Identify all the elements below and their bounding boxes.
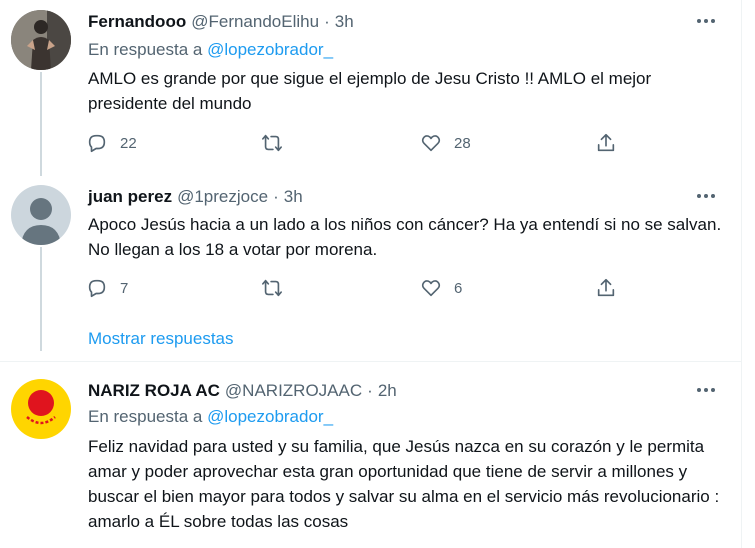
display-name[interactable]: NARIZ ROJA AC <box>88 381 220 401</box>
reply-context: En respuesta a @lopezobrador_ <box>88 407 333 427</box>
tweet-text: AMLO es grande por que sigue el ejemplo … <box>88 69 652 113</box>
timestamp[interactable]: 3h <box>335 12 354 32</box>
user-handle[interactable]: @1prezjoce <box>177 187 268 207</box>
display-name[interactable]: Fernandooo <box>88 12 186 32</box>
reply-context: En respuesta a @lopezobrador_ <box>88 40 333 60</box>
tweet-actions: 7 6 <box>86 277 626 303</box>
like-icon <box>421 280 441 297</box>
share-icon <box>597 278 615 297</box>
tweet-text: Apoco Jesús hacia a un lado a los niños … <box>88 215 722 259</box>
tweet-header: juan perez @1prezjoce · 3h <box>88 185 303 209</box>
share-button[interactable] <box>595 132 617 154</box>
reply-count: 22 <box>120 134 137 152</box>
more-icon[interactable] <box>695 383 717 397</box>
reply-count: 7 <box>120 279 129 297</box>
share-icon <box>597 133 615 152</box>
avatar-juan-perez[interactable] <box>11 185 71 245</box>
share-button[interactable] <box>595 277 617 299</box>
retweet-icon <box>262 134 282 152</box>
like-count: 6 <box>454 279 463 297</box>
reply-mention-link[interactable]: @lopezobrador_ <box>207 407 333 426</box>
tweet-header: NARIZ ROJA AC @NARIZROJAAC · 2h <box>88 379 397 403</box>
user-handle[interactable]: @FernandoElihu <box>191 12 319 32</box>
retweet-icon <box>262 279 282 297</box>
avatar-fernandooo[interactable] <box>11 10 71 70</box>
retweet-button[interactable] <box>261 277 295 299</box>
reply-prefix: En respuesta a <box>88 40 203 59</box>
tweet-fernandooo[interactable]: Fernandooo @FernandoElihu · 3h En respue… <box>0 10 741 180</box>
reply-prefix: En respuesta a <box>88 407 203 426</box>
tweet-text: Feliz navidad para usted y su familia, q… <box>88 437 720 531</box>
tweet-header: Fernandooo @FernandoElihu · 3h <box>88 10 354 34</box>
thread-dotted-connector <box>40 318 42 348</box>
like-button[interactable]: 28 <box>420 132 471 154</box>
reply-icon <box>88 134 106 153</box>
tweet-juan-perez[interactable]: juan perez @1prezjoce · 3h Apoco Jesús h… <box>0 185 741 351</box>
retweet-button[interactable] <box>261 132 295 154</box>
thread-line <box>40 72 42 176</box>
timestamp[interactable]: 3h <box>284 187 303 207</box>
separator-dot: · <box>273 187 279 206</box>
like-icon <box>421 135 441 152</box>
more-icon[interactable] <box>695 14 717 28</box>
reply-button[interactable]: 7 <box>86 277 128 299</box>
separator-dot: · <box>367 381 373 400</box>
user-handle[interactable]: @NARIZROJAAC <box>225 381 362 401</box>
divider <box>0 361 741 362</box>
like-button[interactable]: 6 <box>420 277 462 299</box>
reply-icon <box>88 279 106 298</box>
tweet-nariz-roja[interactable]: NARIZ ROJA AC @NARIZROJAAC · 2h En respu… <box>0 379 741 548</box>
like-count: 28 <box>454 134 471 152</box>
tweet-actions: 22 28 <box>86 132 626 158</box>
more-icon[interactable] <box>695 189 717 203</box>
timestamp[interactable]: 2h <box>378 381 397 401</box>
column-border <box>741 0 742 548</box>
show-replies-link[interactable]: Mostrar respuestas <box>88 329 234 349</box>
separator-dot: · <box>324 12 330 31</box>
reply-mention-link[interactable]: @lopezobrador_ <box>207 40 333 59</box>
display-name[interactable]: juan perez <box>88 187 172 207</box>
reply-button[interactable]: 22 <box>86 132 137 154</box>
avatar-nariz-roja[interactable] <box>11 379 71 439</box>
